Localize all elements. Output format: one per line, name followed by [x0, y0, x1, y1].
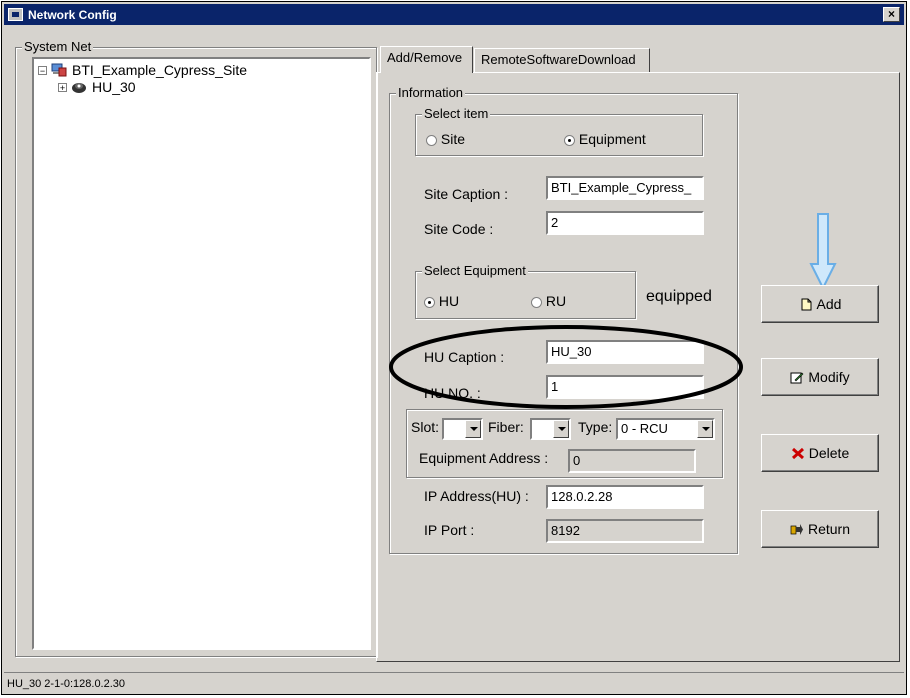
chevron-down-icon[interactable]: [465, 420, 481, 438]
radio-equipment-circle[interactable]: [564, 134, 575, 146]
site-code-input[interactable]: 2: [546, 211, 704, 235]
type-label: Type:: [578, 419, 613, 435]
tree-item-label: HU_30: [92, 79, 136, 95]
radio-hu-circle[interactable]: [424, 296, 435, 308]
type-select-value: 0 - RCU: [621, 421, 668, 436]
slot-label: Slot:: [411, 419, 440, 435]
site-code-label: Site Code :: [424, 221, 494, 237]
status-bar: HU_30 2-1-0:128.0.2.30: [4, 672, 904, 694]
select-equipment-label: Select Equipment: [422, 263, 528, 278]
collapse-icon[interactable]: −: [38, 65, 47, 75]
modify-button-label: Modify: [808, 369, 850, 385]
title-bar[interactable]: Network Config ×: [4, 4, 904, 25]
ip-port-label: IP Port :: [424, 522, 475, 538]
close-button[interactable]: ×: [883, 7, 900, 22]
add-button[interactable]: Add: [761, 285, 879, 323]
select-item-label: Select item: [422, 106, 491, 121]
chevron-down-icon[interactable]: [553, 420, 569, 438]
radio-hu[interactable]: HU: [424, 293, 459, 309]
fiber-label: Fiber:: [488, 419, 524, 435]
annotation-ellipse: [389, 325, 743, 409]
edit-icon: [790, 372, 804, 383]
radio-ru-circle[interactable]: [531, 296, 542, 308]
equipped-label: equipped: [646, 288, 712, 305]
add-document-icon: [801, 298, 812, 310]
fiber-select[interactable]: [530, 418, 571, 440]
tree-item-hu[interactable]: + HU_30: [58, 79, 136, 95]
system-net-tree[interactable]: − BTI_Example_Cypress_Site + HU_30: [32, 57, 371, 650]
radio-site-circle[interactable]: [426, 134, 437, 146]
site-caption-input[interactable]: BTI_Example_Cypress_: [546, 176, 704, 200]
hub-unit-icon: [72, 83, 86, 93]
radio-site[interactable]: Site: [426, 131, 465, 147]
expand-icon[interactable]: +: [58, 82, 67, 92]
network-site-icon: [51, 63, 67, 77]
app-icon: [8, 8, 23, 21]
network-config-window: Network Config × System Net − BTI_Exampl…: [1, 1, 907, 695]
information-label: Information: [396, 85, 466, 100]
return-button[interactable]: Return: [761, 510, 879, 548]
tree-item-label: BTI_Example_Cypress_Site: [72, 62, 248, 78]
equipment-address-label: Equipment Address :: [419, 450, 549, 466]
ip-port-input: 8192: [546, 519, 704, 543]
radio-ru-label: RU: [545, 293, 567, 309]
annotation-arrow: [809, 213, 837, 291]
site-caption-label: Site Caption :: [424, 186, 509, 202]
return-icon: [790, 523, 803, 535]
tab-remote-software-download[interactable]: RemoteSoftwareDownload: [474, 48, 650, 72]
tree-item-site[interactable]: − BTI_Example_Cypress_Site: [38, 62, 247, 78]
radio-equipment-label: Equipment: [578, 131, 646, 147]
system-net-label: System Net: [22, 39, 94, 54]
radio-hu-label: HU: [438, 293, 460, 309]
radio-equipment[interactable]: Equipment: [564, 131, 646, 147]
ip-address-label: IP Address(HU) :: [424, 488, 529, 504]
add-button-label: Add: [816, 296, 842, 312]
modify-button[interactable]: Modify: [761, 358, 879, 396]
type-select[interactable]: 0 - RCU: [616, 418, 715, 440]
radio-site-label: Site: [440, 131, 466, 147]
radio-ru[interactable]: RU: [531, 293, 566, 309]
return-button-label: Return: [807, 521, 851, 537]
delete-button-label: Delete: [808, 445, 850, 461]
window-title: Network Config: [28, 8, 117, 22]
slot-select[interactable]: [442, 418, 483, 440]
delete-button[interactable]: Delete: [761, 434, 879, 472]
delete-x-icon: [791, 447, 804, 459]
equipment-address-input: 0: [568, 449, 696, 473]
chevron-down-icon[interactable]: [697, 420, 713, 438]
ip-address-input[interactable]: 128.0.2.28: [546, 485, 704, 509]
tab-add-remove[interactable]: Add/Remove: [380, 46, 473, 73]
